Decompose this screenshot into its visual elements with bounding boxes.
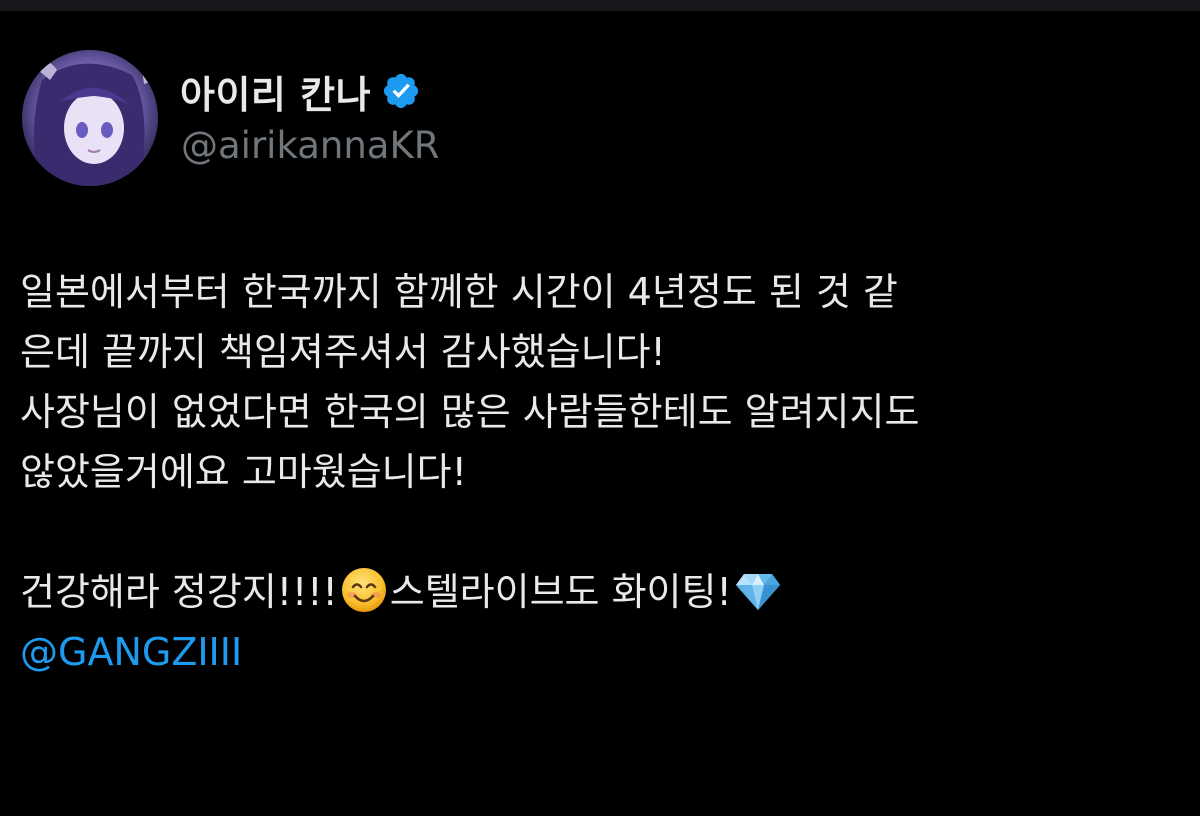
- cheer-text-2: 스텔라이브도 화이팅!: [389, 570, 732, 614]
- display-name[interactable]: 아이리 칸나: [180, 64, 371, 119]
- handle[interactable]: @airikannaKR: [181, 124, 439, 167]
- gem-stone-emoji: [735, 574, 780, 610]
- tweet-line: 은데 끝까지 책임져주셔서 감사했습니다!: [20, 330, 666, 374]
- mention-link[interactable]: @GANGZIIII: [20, 622, 1190, 682]
- avatar-image: [22, 50, 158, 186]
- avatar[interactable]: [22, 50, 158, 186]
- verified-badge-icon: [383, 73, 419, 109]
- cheer-text-1: 건강해라 정강지!!!!: [20, 570, 338, 614]
- top-status-strip: [0, 0, 1200, 11]
- tweet-line: 사장님이 없었다면 한국의 많은 사람들한테도 알려지지도: [20, 390, 920, 434]
- author-name-row: 아이리 칸나: [180, 64, 421, 119]
- tweet-line-cheer: 건강해라 정강지!!!! 스텔라이브도 화이팅!: [20, 562, 1190, 622]
- tweet-line: 일본에서부터 한국까지 함께한 시간이 4년정도 된 것 같: [20, 270, 898, 314]
- smiling-face-emoji: [341, 568, 386, 612]
- tweet-line: 않았을거에요 고마웠습니다!: [20, 450, 467, 494]
- tweet-text: 일본에서부터 한국까지 함께한 시간이 4년정도 된 것 같 은데 끝까지 책임…: [20, 262, 1190, 682]
